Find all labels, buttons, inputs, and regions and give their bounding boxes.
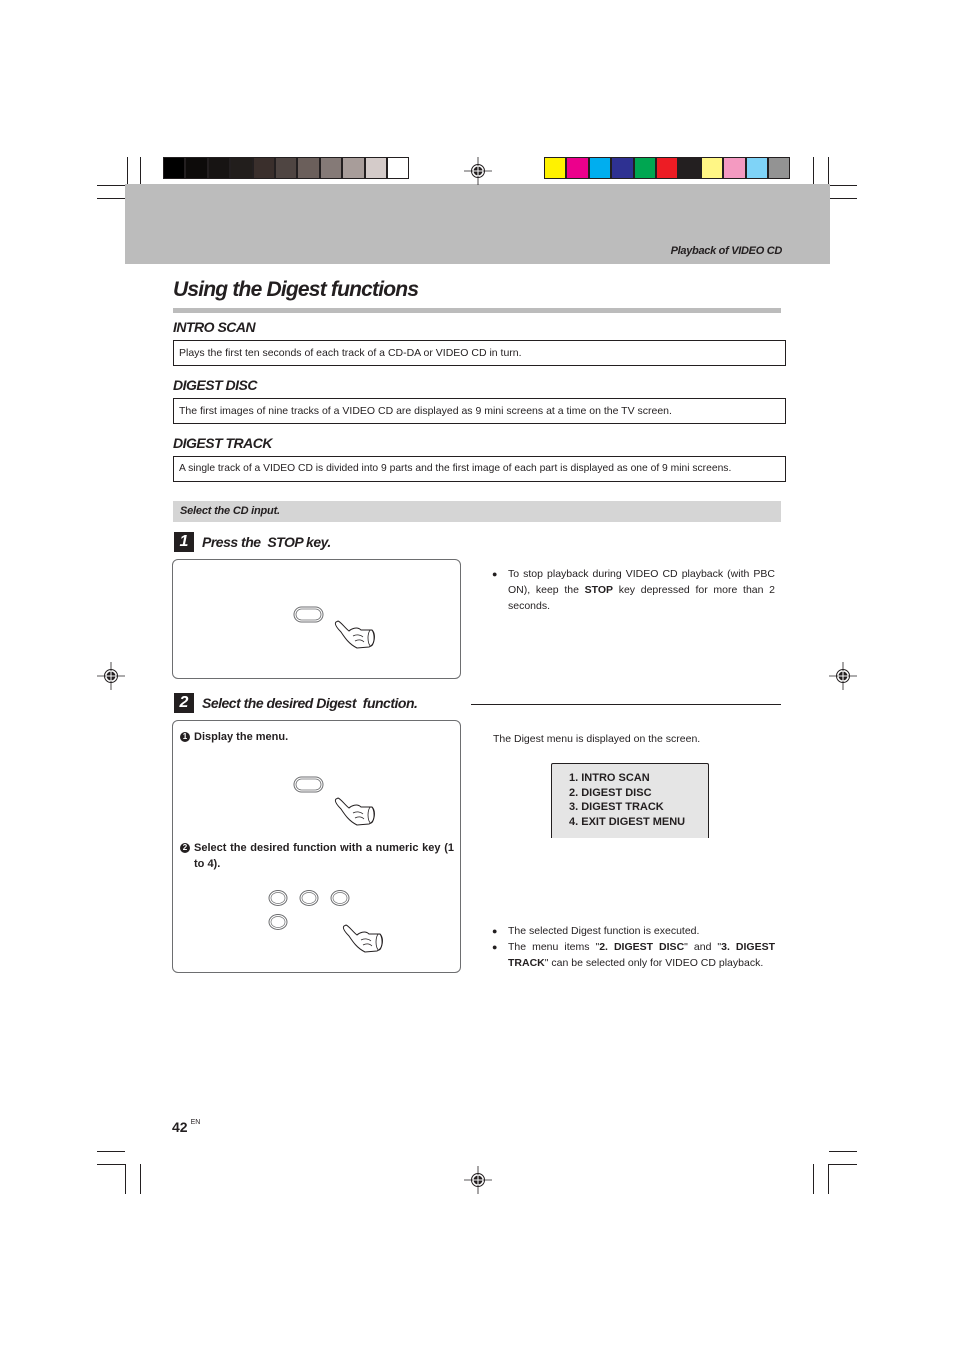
crop-mark [830,198,857,199]
color-swatch [253,158,274,178]
note-text-part: " and " [684,941,722,953]
note-text: The menu items "2. DIGEST DISC" and "3. … [508,939,775,971]
menu-item-exit-digest-menu: 4. EXIT DIGEST MENU [569,815,686,828]
page-number-value: 42 [172,1119,188,1135]
bullet-icon: ● [492,926,498,936]
note-bold-text: 2. DIGEST DISC [599,941,685,953]
crop-mark [828,185,857,186]
menu-item-digest-disc: 2. DIGEST DISC [569,786,652,799]
color-swatch [634,158,655,178]
color-swatch [208,158,230,178]
step-2-illustration-panel: 1 Display the menu. 2 Select the desired f… [172,720,461,973]
note-text-part: The menu items " [508,941,600,953]
crop-mark [97,198,125,199]
registration-mark-icon [464,157,492,185]
note-item: ● The selected Digest function is execut… [492,923,775,939]
divider [471,704,781,705]
step-2-result: The Digest menu is displayed on the scre… [493,733,701,745]
substep-1-marker: 1 [180,732,190,742]
crop-mark [140,1164,141,1194]
color-swatch [275,158,297,178]
bullet-icon: ● [492,569,498,579]
color-swatch [746,158,767,178]
crop-mark [97,185,127,186]
color-swatch [656,158,678,178]
step-1-note: ● To stop playback during VIDEO CD playb… [492,566,775,614]
menu-key-icon[interactable] [293,776,325,794]
color-swatch [164,158,185,178]
color-swatch [589,158,611,178]
registration-mark-icon [97,662,125,690]
bullet-icon: ● [492,942,498,952]
page-language: EN [190,1119,201,1126]
pointing-hand-icon [334,797,375,826]
color-swatch [612,158,633,178]
color-swatch [387,158,409,178]
note-item: ● The menu items "2. DIGEST DISC" and "3… [492,939,775,971]
crop-mark [813,157,814,185]
color-swatch [231,158,252,178]
crop-mark [813,1164,814,1194]
registration-mark-icon [829,662,857,690]
color-swatch [365,158,386,178]
menu-item-intro-scan: 1. INTRO SCAN [569,772,650,784]
crop-mark [828,1164,829,1194]
note-text: The selected Digest function is executed… [508,925,700,937]
intro-scan-heading: INTRO SCAN [173,319,256,335]
substep-2-text: Select the desired function with a numer… [194,842,454,870]
color-swatch [343,158,364,178]
digest-track-heading: DIGEST TRACK [173,435,273,451]
title-underline [173,308,781,313]
menu-item-digest-track: 3. DIGEST TRACK [569,801,664,813]
intro-scan-description: Plays the first ten seconds of each trac… [173,340,786,366]
color-swatch [545,158,566,178]
crop-mark [97,1164,125,1165]
substep-2: 2 Select the desired function with a nume… [180,840,454,872]
color-swatch [701,158,723,178]
digest-menu-screen: 1. INTRO SCAN 2. DIGEST DISC 3. DIGEST T… [551,763,709,838]
crop-mark [97,1151,125,1152]
substep-2-marker: 2 [180,843,190,853]
note-bold-text: STOP [584,584,614,596]
registration-mark-icon [464,1166,492,1194]
digest-track-description: A single track of a VIDEO CD is divided … [173,456,786,482]
gray-swatch-strip [163,157,410,179]
step-2-title: Select the desired Digest function. [202,695,418,711]
stop-key-icon[interactable] [293,606,325,624]
digest-disc-description: The first images of nine tracks of a VID… [173,398,786,424]
color-swatch [679,158,700,178]
step-2-number: 2 [174,693,194,713]
substep-1-text: Display the menu. [194,731,289,743]
step-1-illustration-panel [172,559,461,679]
color-swatch [298,158,319,178]
step-1-number: 1 [174,532,194,552]
crop-mark [829,1164,857,1165]
crop-mark [829,1151,857,1152]
color-swatch [567,158,588,178]
step-1-title: Press the STOP key. [202,534,331,550]
prerequisite-bar: Select the CD input. [173,501,781,522]
crop-mark [140,157,141,185]
color-swatch [320,158,342,178]
crop-mark [125,1164,126,1194]
pointing-hand-icon [334,620,375,649]
digest-disc-heading: DIGEST DISC [173,377,257,393]
note-text-part: " can be selected only for VIDEO CD play… [544,957,764,969]
page-title: Using the Digest functions [173,278,419,301]
color-swatch [768,158,790,178]
color-swatch [186,158,207,178]
section-label: Playback of VIDEO CD [670,245,783,257]
crop-mark [828,157,829,185]
substep-1: 1 Display the menu. [180,729,288,745]
color-swatch-strip [544,157,791,179]
pointing-hand-icon [342,924,383,953]
color-swatch [724,158,745,178]
step-1-note-text: To stop playback during VIDEO CD playbac… [508,566,775,614]
step-2-notes: ● The selected Digest function is execut… [492,923,775,971]
crop-mark [127,157,128,185]
page-number: 42 EN [172,1119,200,1135]
